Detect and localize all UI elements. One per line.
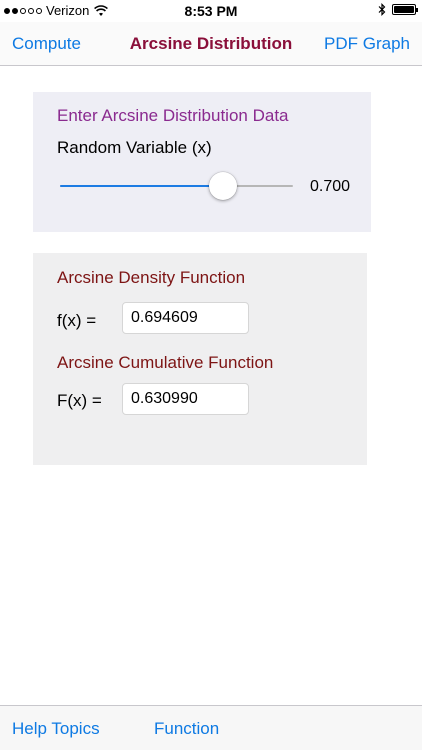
bottom-toolbar: Help Topics Function xyxy=(0,705,422,750)
cumulative-value-field: 0.630990 xyxy=(122,383,249,415)
slider-fill xyxy=(60,185,223,187)
pdf-graph-button[interactable]: PDF Graph xyxy=(324,34,410,54)
function-button[interactable]: Function xyxy=(154,719,219,739)
status-bar: Verizon 8:53 PM xyxy=(0,0,422,22)
help-topics-button[interactable]: Help Topics xyxy=(12,719,100,739)
cumulative-heading: Arcsine Cumulative Function xyxy=(57,353,274,372)
battery-fill xyxy=(394,6,414,13)
app-screen: Verizon 8:53 PM Compute Arcsine Distribu… xyxy=(0,0,422,750)
battery-icon xyxy=(392,4,418,15)
random-variable-label: Random Variable (x) xyxy=(57,138,212,157)
status-time: 8:53 PM xyxy=(184,3,238,19)
slider-thumb[interactable] xyxy=(209,172,237,200)
output-panel: Arcsine Density Function f(x) = 0.694609… xyxy=(33,253,367,465)
density-label: f(x) = xyxy=(57,311,97,330)
status-right xyxy=(378,3,418,16)
bluetooth-icon xyxy=(378,3,386,16)
density-value-field: 0.694609 xyxy=(122,302,249,334)
input-panel: Enter Arcsine Distribution Data Random V… xyxy=(33,92,371,232)
random-variable-slider[interactable] xyxy=(60,172,293,200)
density-heading: Arcsine Density Function xyxy=(57,268,246,287)
slider-value: 0.700 xyxy=(310,178,351,195)
input-heading: Enter Arcsine Distribution Data xyxy=(57,106,289,125)
nav-bar: Compute Arcsine Distribution PDF Graph xyxy=(0,22,422,66)
cumulative-label: F(x) = xyxy=(57,391,102,410)
